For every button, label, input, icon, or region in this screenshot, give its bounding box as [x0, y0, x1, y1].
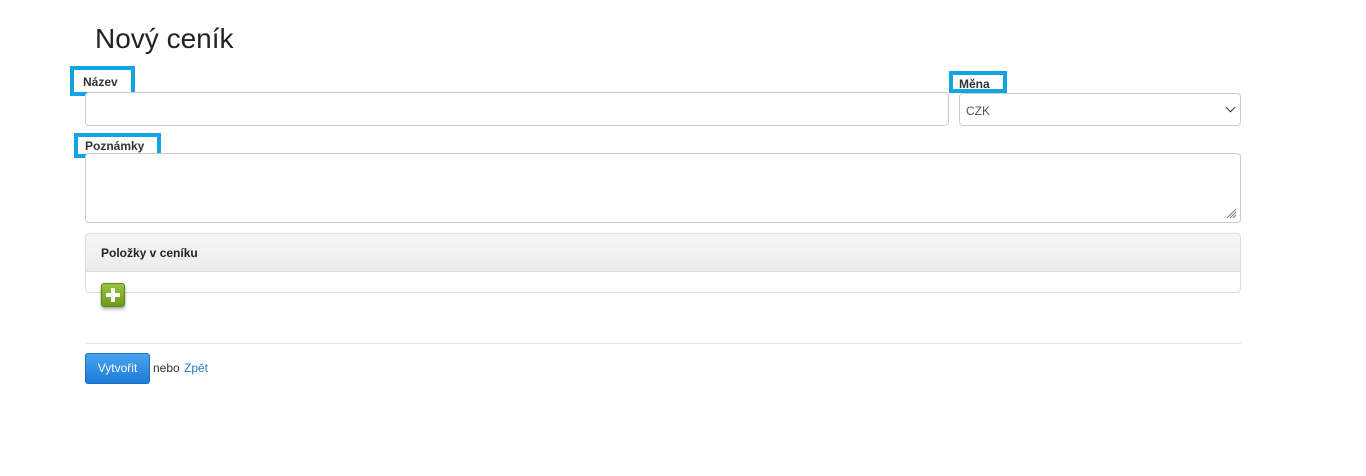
- chevron-down-icon: [1225, 102, 1236, 113]
- page: Nový ceník Název Měna CZK Poznámky Polož…: [0, 0, 1366, 476]
- items-panel: Položky v ceníku: [85, 233, 1241, 293]
- back-link[interactable]: Zpět: [184, 361, 208, 375]
- or-text: nebo: [153, 361, 180, 375]
- add-item-button[interactable]: [101, 283, 125, 307]
- plus-icon-bar: [106, 293, 120, 297]
- currency-selected-value: CZK: [966, 104, 990, 118]
- create-button[interactable]: Vytvořit: [85, 353, 150, 384]
- currency-label: Měna: [949, 71, 1007, 93]
- name-field[interactable]: [85, 92, 949, 126]
- resize-handle-icon[interactable]: [1226, 208, 1237, 219]
- currency-select[interactable]: CZK: [959, 93, 1241, 126]
- items-panel-heading: Položky v ceníku: [86, 234, 1240, 272]
- notes-textarea[interactable]: [85, 153, 1241, 223]
- page-title: Nový ceník: [95, 23, 234, 54]
- form-divider: [85, 343, 1241, 344]
